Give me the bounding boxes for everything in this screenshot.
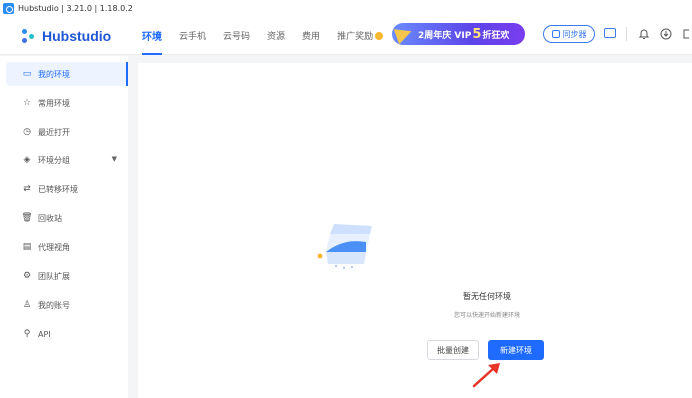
- browser-window-icon: ▭: [22, 68, 32, 79]
- sidebar-item-recycle-bin[interactable]: 🗑 回收站: [6, 206, 127, 230]
- exit-icon[interactable]: [682, 28, 692, 40]
- trash-icon: 🗑: [21, 212, 33, 223]
- user-icon: ♙: [22, 299, 32, 310]
- sidebar-item-label: 团队扩展: [38, 271, 70, 281]
- bell-icon[interactable]: [638, 28, 650, 40]
- tab-label: 费用: [302, 32, 321, 42]
- sidebar-item-label: 回收站: [38, 213, 62, 223]
- window-title: Hubstudio | 3.21.0 | 1.18.0.2: [18, 4, 133, 13]
- sidebar-item-label: 已转移环境: [38, 184, 78, 194]
- promo-text-1: 2周年庆 VIP: [418, 30, 472, 41]
- coin-icon: [375, 31, 384, 40]
- sidebar-item-transferred-environments[interactable]: ⇄ 已转移环境: [6, 177, 127, 201]
- sidebar-item-label: API: [38, 329, 51, 339]
- brand-logo[interactable]: Hubstudio: [22, 28, 138, 44]
- tab-referral-rewards[interactable]: 推广奖励: [337, 17, 384, 55]
- download-icon[interactable]: [660, 28, 672, 40]
- anniversary-promo-banner[interactable]: 2周年庆 VIP 5 折狂欢: [392, 23, 525, 45]
- new-environment-button[interactable]: 新建环境: [488, 340, 544, 360]
- sidebar-item-label: 最近打开: [38, 127, 70, 137]
- hubstudio-logo-icon: [22, 28, 40, 43]
- nav-divider: [626, 27, 627, 41]
- hubstudio-app-icon: [3, 3, 14, 14]
- sidebar-gutter: [129, 56, 138, 398]
- sidebar-item-label: 常用环境: [38, 98, 70, 108]
- empty-state-title: 暂无任何环境: [463, 292, 511, 301]
- tab-label: 推广奖励: [337, 32, 374, 42]
- tab-label: 云号码: [223, 32, 251, 42]
- star-icon: ☆: [22, 97, 32, 108]
- sidebar-item-proxy-view[interactable]: ▤ 代理视角: [6, 235, 127, 259]
- tab-label: 云手机: [179, 32, 207, 42]
- api-plug-icon: ⚲: [23, 328, 31, 339]
- screen-icon[interactable]: [604, 28, 616, 38]
- red-arrow-icon: [472, 363, 500, 388]
- layers-icon: ◈: [23, 154, 31, 165]
- synchronizer-button[interactable]: 同步器: [543, 25, 595, 43]
- sidebar-item-my-account[interactable]: ♙ 我的账号: [6, 293, 127, 317]
- empty-box-illustration: [317, 224, 372, 269]
- brand-name: Hubstudio: [42, 27, 112, 44]
- new-environment-label: 新建环境: [500, 345, 532, 355]
- sidebar-item-my-environments[interactable]: ▭ 我的环境: [6, 62, 128, 86]
- sidebar-item-label: 我的环境: [38, 69, 70, 79]
- empty-state-subtitle: 您可以快速开始新建环境: [453, 312, 520, 319]
- tab-label: 资源: [267, 32, 286, 42]
- batch-create-label: 批量创建: [437, 345, 469, 355]
- extension-icon: ⚙: [22, 270, 32, 281]
- sidebar-item-label: 我的账号: [38, 300, 70, 310]
- main-content-panel: [138, 63, 692, 398]
- sidebar-item-recently-opened[interactable]: ◷ 最近打开: [6, 120, 127, 144]
- tab-cloud-number[interactable]: 云号码: [223, 17, 250, 55]
- tab-label: 环境: [142, 32, 162, 43]
- nav-tabs: 环境 云手机 云号码 资源 费用 推广奖励: [142, 17, 400, 55]
- proxy-icon: ▤: [22, 241, 32, 252]
- sidebar-item-favorite-environments[interactable]: ☆ 常用环境: [6, 91, 127, 115]
- sidebar-item-api[interactable]: ⚲ API: [6, 322, 127, 346]
- transfer-icon: ⇄: [23, 183, 31, 194]
- promo-discount: 5: [472, 26, 482, 42]
- tab-billing[interactable]: 费用: [302, 17, 320, 55]
- promo-arrow-icon: [393, 23, 415, 45]
- sync-icon: [551, 30, 560, 38]
- sidebar-item-team-extensions[interactable]: ⚙ 团队扩展: [6, 264, 127, 288]
- promo-text-2: 折狂欢: [482, 30, 510, 41]
- window-titlebar: Hubstudio | 3.21.0 | 1.18.0.2: [0, 0, 692, 17]
- chevron-down-icon: ▼: [111, 155, 117, 163]
- sidebar-item-label: 代理视角: [38, 242, 70, 252]
- sidebar-item-environment-groups[interactable]: ◈ 环境分组 ▼: [6, 148, 127, 172]
- tab-resources[interactable]: 资源: [267, 17, 285, 55]
- tab-environment[interactable]: 环境: [142, 17, 162, 55]
- batch-create-button[interactable]: 批量创建: [427, 340, 479, 360]
- sidebar-item-label: 环境分组: [38, 155, 70, 165]
- clock-icon: ◷: [23, 126, 31, 137]
- tab-cloud-phone[interactable]: 云手机: [179, 17, 206, 55]
- sync-label: 同步器: [562, 29, 587, 39]
